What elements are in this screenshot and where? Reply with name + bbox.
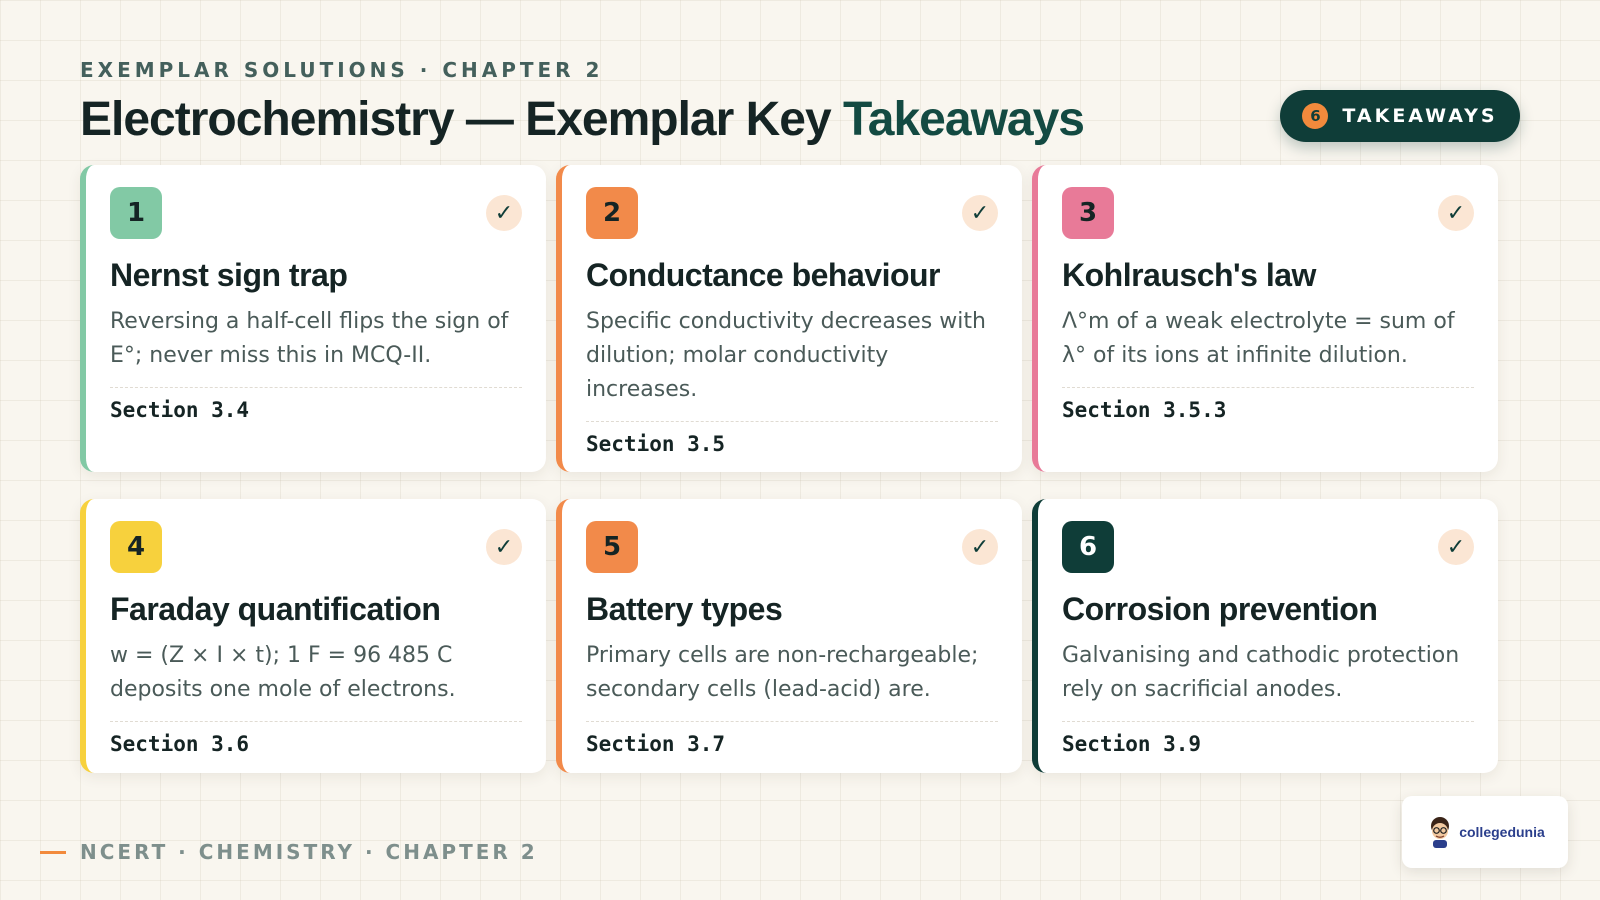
card-section-ref: Section 3.4 bbox=[110, 398, 250, 422]
card-section-ref: Section 3.6 bbox=[110, 732, 250, 756]
card-header: 2 ✓ bbox=[586, 187, 998, 239]
card-section-ref: Section 3.5.3 bbox=[1062, 398, 1227, 422]
check-icon: ✓ bbox=[962, 529, 998, 565]
collegedunia-logo[interactable]: collegedunia bbox=[1402, 796, 1568, 868]
card-title: Corrosion prevention bbox=[1062, 591, 1378, 627]
card-header: 3 ✓ bbox=[1062, 187, 1474, 239]
page-title-main: Electrochemistry — Exemplar Key bbox=[80, 93, 844, 146]
check-icon: ✓ bbox=[1438, 195, 1474, 231]
takeaways-badge: 6 TAKEAWAYS bbox=[1280, 90, 1520, 142]
card-number: 1 bbox=[110, 187, 162, 239]
card-header: 5 ✓ bbox=[586, 521, 998, 573]
logo-text: collegedunia bbox=[1459, 824, 1545, 840]
card-number: 3 bbox=[1062, 187, 1114, 239]
takeaway-card: 4 ✓ Faraday quantification w = (Z × I × … bbox=[80, 499, 546, 773]
card-number: 2 bbox=[586, 187, 638, 239]
card-title: Faraday quantification bbox=[110, 591, 441, 627]
check-icon: ✓ bbox=[1438, 529, 1474, 565]
card-header: 1 ✓ bbox=[110, 187, 522, 239]
takeaway-card: 6 ✓ Corrosion prevention Galvanising and… bbox=[1032, 499, 1498, 773]
card-number: 4 bbox=[110, 521, 162, 573]
card-number: 5 bbox=[586, 521, 638, 573]
takeaway-grid: 1 ✓ Nernst sign trap Reversing a half-ce… bbox=[80, 165, 1520, 780]
footer-accent-line bbox=[40, 850, 66, 854]
card-number: 6 bbox=[1062, 521, 1114, 573]
takeaway-card: 3 ✓ Kohlrausch's law Λ°m of a weak elect… bbox=[1032, 165, 1498, 472]
card-title: Nernst sign trap bbox=[110, 257, 348, 293]
page-title-accent: Takeaways bbox=[843, 93, 1085, 146]
card-text: Galvanising and cathodic protection rely… bbox=[1062, 643, 1460, 702]
page-title: Electrochemistry — Exemplar Key Takeaway… bbox=[80, 92, 1085, 147]
eyebrow: EXEMPLAR SOLUTIONS · CHAPTER 2 bbox=[80, 58, 604, 82]
card-title: Kohlrausch's law bbox=[1062, 257, 1316, 293]
takeaway-card: 5 ✓ Battery types Primary cells are non-… bbox=[556, 499, 1022, 773]
footer-text: NCERT · CHEMISTRY · CHAPTER 2 bbox=[80, 840, 538, 864]
card-text: Specific conductivity decreases with dil… bbox=[586, 309, 986, 402]
takeaways-count: 6 bbox=[1302, 103, 1329, 129]
card-text: Primary cells are non-rechargeable; seco… bbox=[586, 643, 979, 702]
footer: NCERT · CHEMISTRY · CHAPTER 2 bbox=[40, 840, 538, 864]
check-icon: ✓ bbox=[486, 195, 522, 231]
card-title: Battery types bbox=[586, 591, 783, 627]
card-header: 4 ✓ bbox=[110, 521, 522, 573]
card-text: Λ°m of a weak electrolyte = sum of λ° of… bbox=[1062, 309, 1455, 368]
takeaways-label: TAKEAWAYS bbox=[1342, 105, 1498, 127]
check-icon: ✓ bbox=[486, 529, 522, 565]
takeaway-card: 2 ✓ Conductance behaviour Specific condu… bbox=[556, 165, 1022, 472]
card-section-ref: Section 3.5 bbox=[586, 432, 726, 456]
card-section-ref: Section 3.7 bbox=[586, 732, 726, 756]
mascot-icon bbox=[1431, 817, 1450, 848]
check-icon: ✓ bbox=[962, 195, 998, 231]
card-header: 6 ✓ bbox=[1062, 521, 1474, 573]
card-text: w = (Z × I × t); 1 F = 96 485 C deposits… bbox=[110, 643, 456, 702]
card-title: Conductance behaviour bbox=[586, 257, 941, 293]
card-section-ref: Section 3.9 bbox=[1062, 732, 1202, 756]
takeaway-card: 1 ✓ Nernst sign trap Reversing a half-ce… bbox=[80, 165, 546, 472]
card-text: Reversing a half-cell flips the sign of … bbox=[110, 309, 509, 368]
